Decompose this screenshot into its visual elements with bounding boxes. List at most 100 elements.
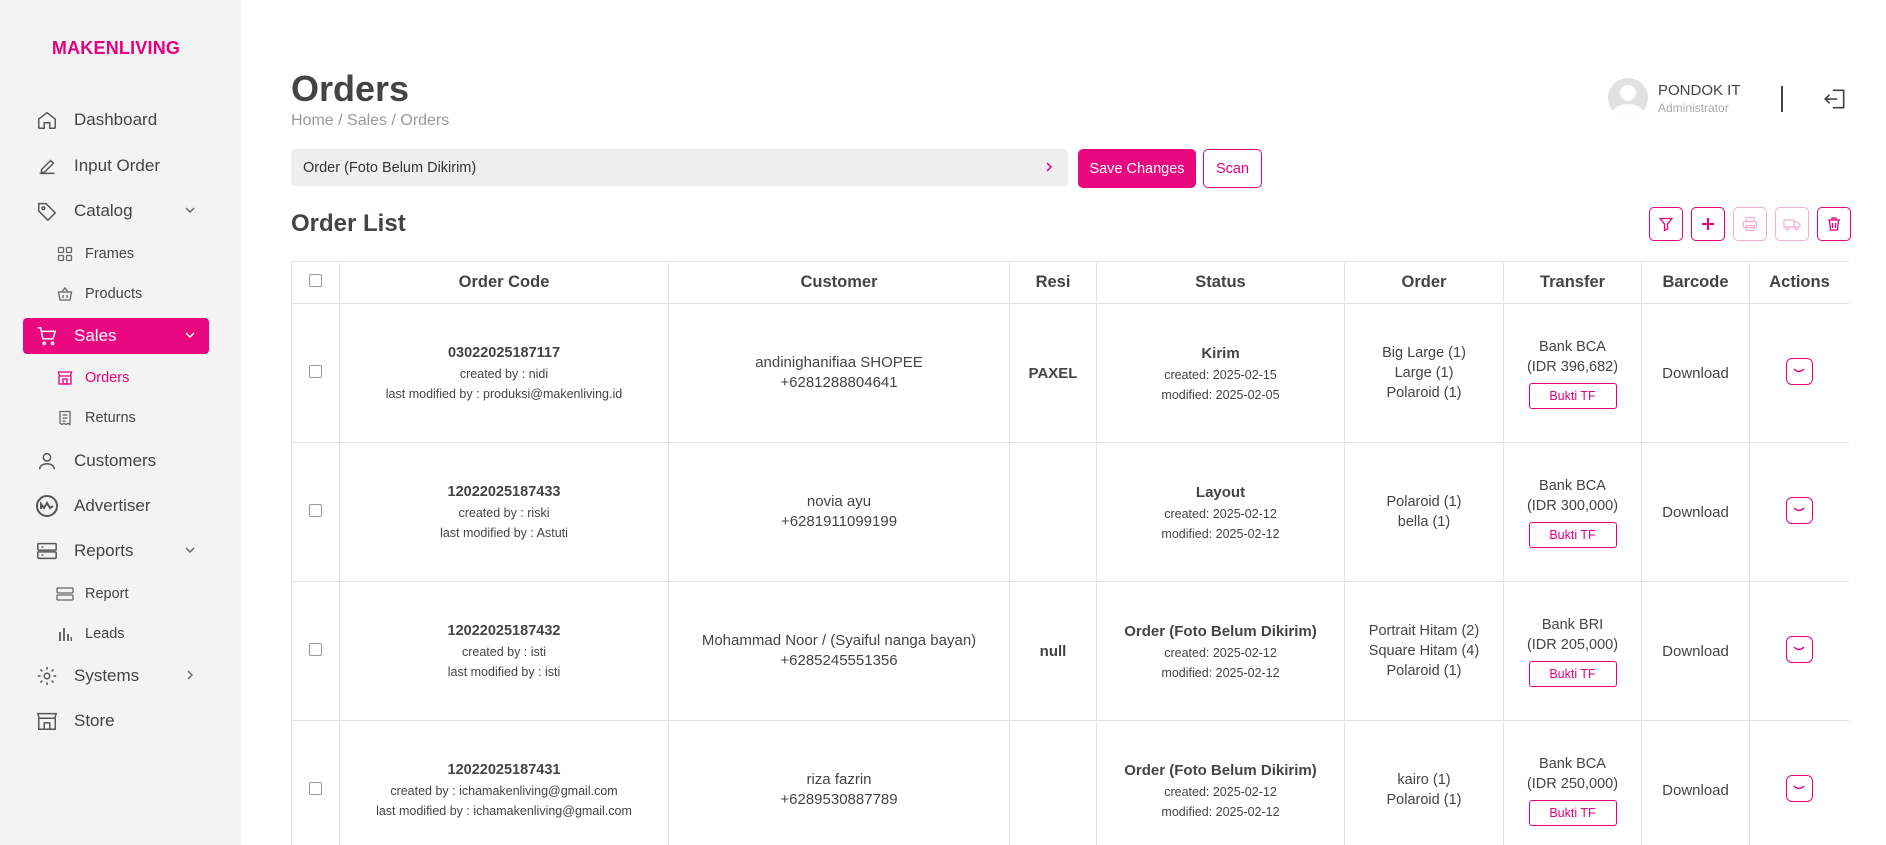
chevron-down-icon [185,332,195,338]
row-checkbox[interactable] [309,781,322,795]
save-changes-button[interactable]: Save Changes [1078,149,1196,188]
sidebar-item-label: Orders [85,370,130,386]
created-by: created by : isti [461,645,547,659]
order-code[interactable]: 12022025187433 [340,484,668,500]
status-select[interactable]: Order (Foto Belum Dikirim) [291,149,1068,186]
user-menu[interactable]: PONDOK IT Administrator [1608,78,1741,118]
row-checkbox[interactable] [309,642,322,656]
row-checkbox[interactable] [309,364,322,378]
brand-logo[interactable]: MAKENLIVING [0,38,232,59]
printer-icon [1742,216,1758,232]
column-header-order-code[interactable]: Order Code [339,261,669,304]
delete-button[interactable] [1817,207,1851,241]
sidebar-item-label: Customers [74,451,157,470]
sidebar-item-reports[interactable]: Reports [23,533,209,569]
sidebar-item-frames[interactable]: Frames [56,240,134,268]
transfer-amount: (IDR 396,682) [1526,359,1619,375]
table-row[interactable]: 03022025187117 created by : nidi last mo… [291,303,1849,443]
bukti-tf-button[interactable]: Bukti TF [1528,800,1617,826]
resi-value: null [1039,642,1067,660]
sidebar-item-dashboard[interactable]: Dashboard [23,102,209,138]
sidebar: MAKENLIVING Dashboard Input Order Catalo… [0,0,241,845]
barcode-download-link[interactable]: Download [1662,782,1729,799]
row-checkbox[interactable] [309,503,322,517]
order-line: Portrait Hitam (2) [1368,623,1480,639]
column-header-customer[interactable]: Customer [668,261,1010,304]
status-modified: modified: 2025-02-05 [1161,387,1280,402]
bukti-tf-button[interactable]: Bukti TF [1528,383,1617,409]
avatar [1608,78,1648,118]
column-header-actions: Actions [1749,261,1849,304]
column-header-transfer[interactable]: Transfer [1503,261,1642,304]
sidebar-item-orders[interactable]: Orders [56,364,129,392]
barcode-download-link[interactable]: Download [1662,643,1729,660]
order-code[interactable]: 03022025187117 [340,345,668,361]
header-divider [1781,86,1783,112]
order-code[interactable]: 12022025187431 [340,762,668,778]
sidebar-item-systems[interactable]: Systems [23,658,209,694]
chevron-down-icon [1793,367,1805,372]
created-by: created by : nidi [459,367,549,381]
barcode-download-link[interactable]: Download [1662,504,1729,521]
sidebar-item-label: Dashboard [74,110,158,129]
chevron-right-icon [1046,162,1053,172]
transfer-bank: Bank BCA [1539,756,1606,772]
order-line: Polaroid (1) [1386,385,1462,401]
last-modified-by: last modified by : isti [447,665,561,679]
actions-dropdown-button[interactable] [1786,635,1813,663]
order-line: kairo (1) [1397,772,1451,788]
column-header-status[interactable]: Status [1096,261,1345,304]
table-row[interactable]: 12022025187432 created by : isti last mo… [291,581,1849,721]
sidebar-item-report[interactable]: Report [56,580,129,608]
plus-icon [1702,218,1714,230]
sidebar-item-label: Returns [85,410,136,426]
status-modified: modified: 2025-02-12 [1161,526,1280,541]
print-button[interactable] [1733,207,1767,241]
transfer-bank: Bank BCA [1539,478,1606,494]
status-value: Kirim [1201,344,1240,362]
bukti-tf-button[interactable]: Bukti TF [1528,661,1617,687]
sidebar-item-advertiser[interactable]: Advertiser [23,488,209,524]
customer-phone: +6281288804641 [780,374,898,391]
sidebar-item-sales[interactable]: Sales [23,318,209,354]
page-title: Orders [291,68,410,109]
filter-button[interactable] [1649,207,1683,241]
order-line: Polaroid (1) [1386,792,1462,808]
gear-icon [35,664,59,688]
sidebar-item-customers[interactable]: Customers [23,443,209,479]
sidebar-item-label: Systems [74,666,140,685]
breadcrumb[interactable]: Home / Sales / Orders [291,112,449,130]
add-order-button[interactable] [1691,207,1725,241]
resi-value: PAXEL [1028,364,1078,382]
sidebar-item-leads[interactable]: Leads [56,620,125,648]
customer-phone: +6289530887789 [780,791,898,808]
logout-icon[interactable] [1822,86,1848,112]
table-row[interactable]: 12022025187433 created by : riski last m… [291,442,1849,582]
sidebar-item-input-order[interactable]: Input Order [23,148,209,184]
sidebar-item-returns[interactable]: Returns [56,404,136,432]
order-code[interactable]: 12022025187432 [340,623,668,639]
table-row[interactable]: 12022025187431 created by : ichamakenliv… [291,720,1849,845]
order-line: Large (1) [1394,365,1454,381]
transfer-amount: (IDR 250,000) [1526,776,1619,792]
select-all-checkbox[interactable] [309,274,322,287]
sidebar-item-label: Advertiser [74,496,151,515]
column-header-barcode[interactable]: Barcode [1641,261,1750,304]
actions-dropdown-button[interactable] [1786,774,1813,802]
sidebar-item-products[interactable]: Products [56,280,142,308]
chevron-down-icon [185,547,195,553]
sidebar-item-store[interactable]: Store [23,703,209,739]
actions-dropdown-button[interactable] [1786,357,1813,385]
store-icon [56,369,74,387]
sidebar-item-catalog[interactable]: Catalog [23,193,209,229]
actions-dropdown-button[interactable] [1786,496,1813,524]
barcode-download-link[interactable]: Download [1662,365,1729,382]
shipping-button[interactable] [1775,207,1809,241]
column-header-resi[interactable]: Resi [1009,261,1097,304]
scan-button[interactable]: Scan [1203,149,1262,188]
transfer-amount: (IDR 300,000) [1526,498,1619,514]
column-header-order[interactable]: Order [1344,261,1504,304]
cart-icon [35,324,59,348]
sidebar-item-label: Reports [74,541,134,560]
bukti-tf-button[interactable]: Bukti TF [1528,522,1617,548]
